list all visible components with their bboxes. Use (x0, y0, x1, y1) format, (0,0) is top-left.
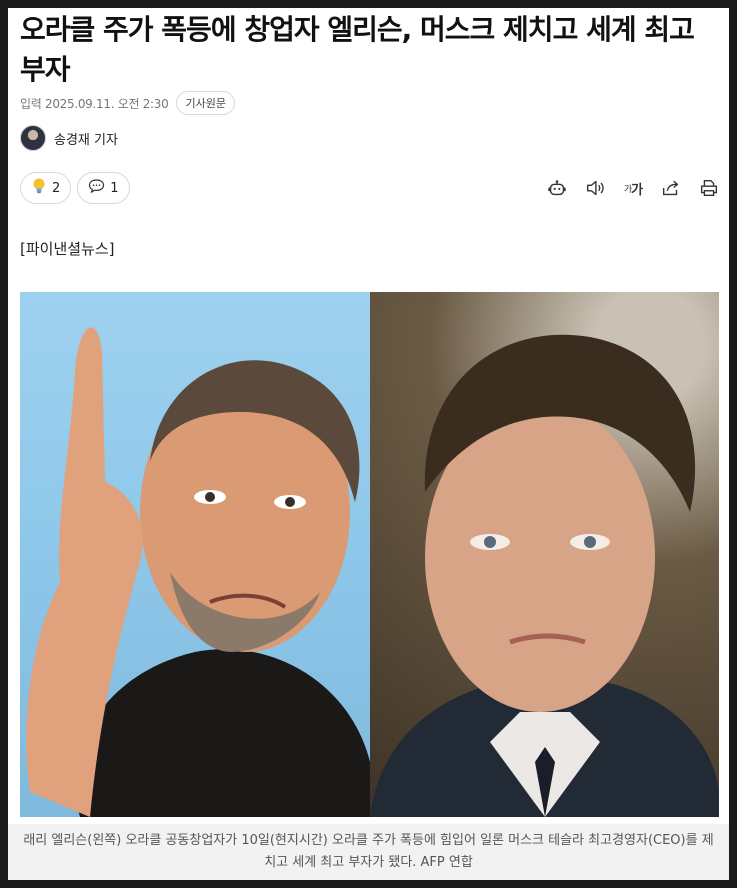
font-size-small-label: 가 (623, 184, 632, 195)
reaction-bar: 2 1 (20, 172, 130, 204)
portrait-right-illustration (370, 334, 719, 817)
author-name[interactable]: 송경재 기자 (54, 129, 118, 148)
print-icon[interactable] (697, 176, 721, 200)
photo-caption: 래리 엘리슨(왼쪽) 오라클 공동창업자가 10일(현지시간) 오라클 주가 폭… (8, 824, 729, 880)
press-tag: [파이낸셜뉴스] (20, 240, 115, 258)
share-icon[interactable] (659, 176, 683, 200)
comment-count: 1 (110, 180, 119, 196)
avatar[interactable] (20, 125, 46, 151)
lightbulb-icon (31, 177, 47, 199)
article-page: 오라클 주가 폭등에 창업자 엘리슨, 머스크 제치고 세계 최고 부자 입력 … (8, 8, 729, 880)
speaker-icon[interactable] (583, 176, 607, 200)
photo-left-panel (20, 292, 370, 817)
font-size-large-label: 가 (631, 182, 643, 198)
portrait-left-illustration (26, 327, 370, 817)
robot-summary-icon[interactable] (545, 176, 569, 200)
font-size-icon[interactable]: 가가 (621, 176, 645, 200)
speech-bubble-icon (88, 178, 105, 198)
original-article-button[interactable]: 기사원문 (176, 91, 235, 115)
article-photo[interactable] (20, 292, 719, 817)
like-button[interactable]: 2 (20, 172, 72, 204)
article-meta: 입력 2025.09.11. 오전 2:30 기사원문 (20, 91, 235, 115)
photo-right-panel (370, 292, 719, 817)
published-date: 입력 2025.09.11. 오전 2:30 (20, 96, 169, 111)
article-title: 오라클 주가 폭등에 창업자 엘리슨, 머스크 제치고 세계 최고 부자 (20, 13, 695, 86)
author-byline[interactable]: 송경재 기자 (20, 125, 118, 151)
comment-button[interactable]: 1 (77, 172, 130, 204)
like-count: 2 (52, 180, 61, 196)
article-toolbar: 가가 (545, 176, 721, 200)
